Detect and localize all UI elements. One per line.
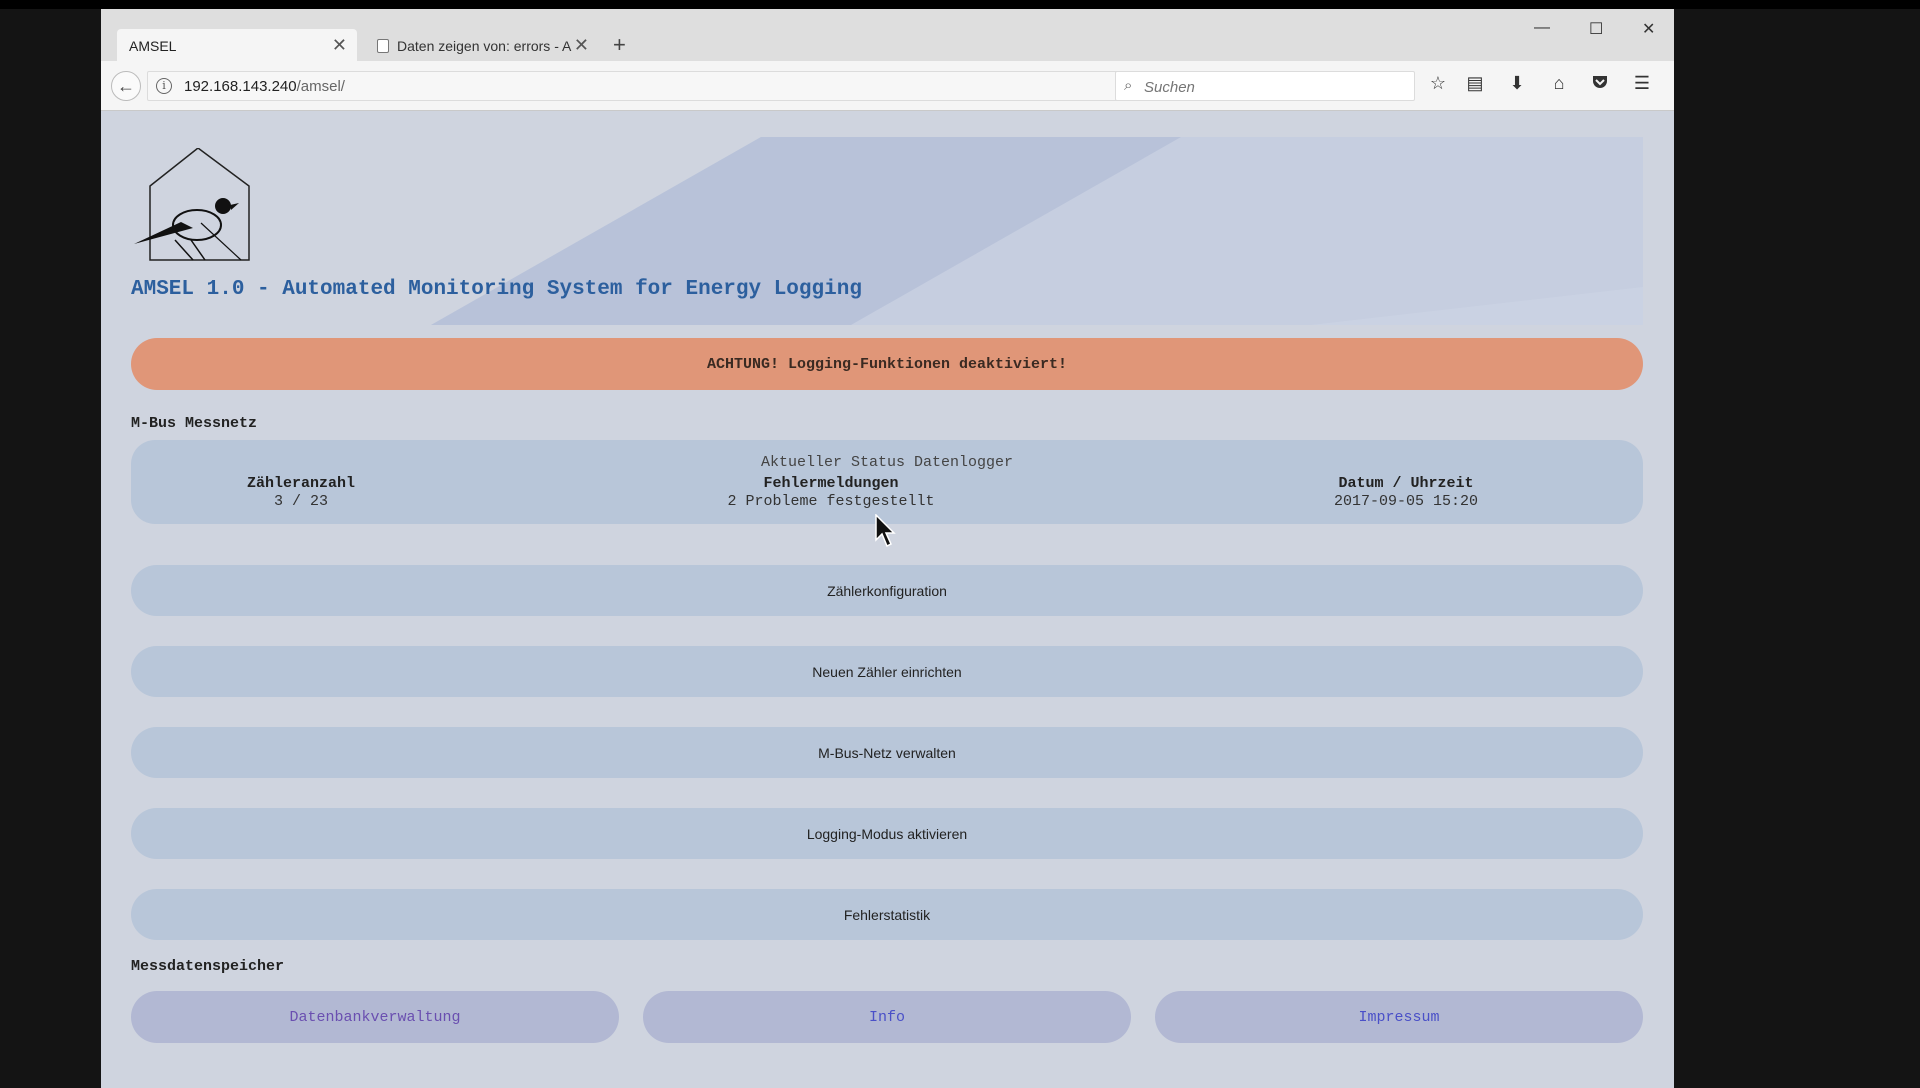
tab-daten-errors[interactable]: Daten zeigen von: errors - A ✕ [365, 29, 599, 63]
errors-value: 2 Probleme festgestellt [727, 493, 935, 510]
site-info-icon[interactable]: i [156, 78, 172, 94]
maximize-icon[interactable]: ☐ [1589, 19, 1603, 39]
errors-column: Fehlermeldungen 2 Probleme festgestellt [671, 475, 991, 510]
tab-amsel[interactable]: AMSEL ✕ [117, 29, 357, 63]
screen-top-strip [0, 0, 1920, 9]
url-text: 192.168.143.240/amsel/ [184, 78, 345, 95]
browser-window: AMSEL ✕ Daten zeigen von: errors - A ✕ +… [101, 9, 1674, 1088]
back-arrow-icon[interactable]: ← [111, 71, 141, 101]
home-icon[interactable]: ⌂ [1547, 73, 1571, 94]
amsel-logo [131, 147, 251, 267]
error-stats-button[interactable]: Fehlerstatistik [131, 889, 1643, 940]
page-title: AMSEL 1.0 - Automated Monitoring System … [131, 278, 862, 301]
status-panel-title: Aktueller Status Datenlogger [760, 454, 1014, 471]
pocket-icon[interactable] [1588, 73, 1612, 96]
section-title-storage: Messdatenspeicher [131, 958, 285, 975]
reading-list-icon[interactable]: ▤ [1463, 73, 1487, 94]
menu-icon[interactable]: ☰ [1630, 73, 1654, 94]
search-input[interactable] [1144, 76, 1404, 98]
status-panel: Aktueller Status Datenlogger Zähleranzah… [131, 440, 1643, 524]
window-close-icon[interactable]: ✕ [1642, 19, 1655, 39]
errors-label: Fehlermeldungen [763, 475, 899, 492]
url-path: /amsel/ [296, 78, 345, 95]
download-icon[interactable]: ⬇ [1505, 73, 1529, 94]
mouse-pointer-icon [875, 513, 897, 553]
tab-bar: AMSEL ✕ Daten zeigen von: errors - A ✕ +… [101, 9, 1674, 63]
tab-close-icon[interactable]: ✕ [332, 36, 347, 54]
search-icon: ⌕ [1124, 77, 1133, 94]
logging-activate-button[interactable]: Logging-Modus aktivieren [131, 808, 1643, 859]
datetime-column: Datum / Uhrzeit 2017-09-05 15:20 [1286, 475, 1526, 510]
impressum-link[interactable]: Impressum [1155, 991, 1643, 1043]
minimize-icon[interactable]: — [1534, 19, 1550, 37]
alert-banner: ACHTUNG! Logging-Funktionen deaktiviert! [131, 338, 1643, 390]
tab-label: Daten zeigen von: errors - A [397, 38, 572, 54]
info-link[interactable]: Info [643, 991, 1131, 1043]
database-admin-link[interactable]: Datenbankverwaltung [131, 991, 619, 1043]
page-content: AMSEL 1.0 - Automated Monitoring System … [101, 112, 1674, 1088]
page-favicon-icon [377, 39, 389, 53]
counter-label: Zähleranzahl [246, 475, 356, 492]
navigation-bar: ← i 192.168.143.240/amsel/ ↻ ⌕ ☆ ▤ ⬇ ⌂ ☰ [101, 61, 1674, 111]
bookmark-star-icon[interactable]: ☆ [1426, 73, 1450, 94]
section-title-mbus: M-Bus Messnetz [131, 415, 258, 432]
url-host: 192.168.143.240 [184, 78, 297, 95]
tab-label: AMSEL [129, 38, 177, 54]
tab-close-icon[interactable]: ✕ [574, 36, 589, 54]
address-bar[interactable]: i 192.168.143.240/amsel/ ↻ [147, 71, 1151, 101]
datetime-label: Datum / Uhrzeit [1338, 475, 1474, 492]
search-box[interactable]: ⌕ [1115, 71, 1415, 101]
new-counter-button[interactable]: Neuen Zähler einrichten [131, 646, 1643, 697]
counter-value: 3 / 23 [273, 493, 328, 510]
counter-column: Zähleranzahl 3 / 23 [201, 475, 401, 510]
new-tab-plus-icon[interactable]: + [613, 34, 626, 56]
counter-config-button[interactable]: Zählerkonfiguration [131, 565, 1643, 616]
datetime-value: 2017-09-05 15:20 [1333, 493, 1479, 510]
mbus-manage-button[interactable]: M-Bus-Netz verwalten [131, 727, 1643, 778]
